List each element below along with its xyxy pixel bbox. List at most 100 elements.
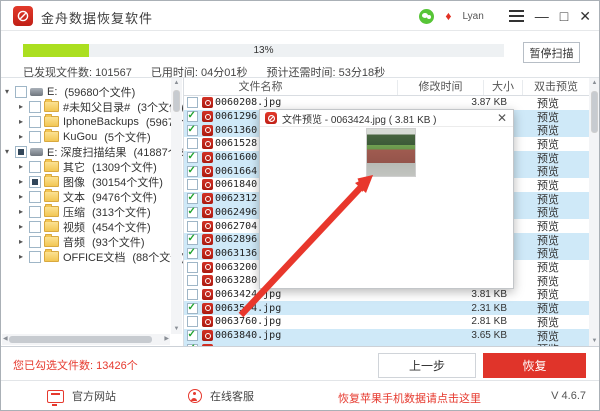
tree-checkbox[interactable] xyxy=(29,206,41,218)
row-checkbox[interactable] xyxy=(187,316,198,327)
tree-item[interactable]: ▸ 视频 (454个文件) xyxy=(1,219,171,234)
official-site-link[interactable]: 官方网站 xyxy=(47,381,116,411)
minimize-button[interactable]: — xyxy=(535,9,549,23)
tree-checkbox[interactable] xyxy=(29,251,41,263)
scroll-down-icon[interactable]: ▼ xyxy=(171,324,182,334)
tree-item[interactable]: ▸ 其它 (1309个文件) xyxy=(1,159,171,174)
tree-checkbox[interactable] xyxy=(29,101,41,113)
expander-icon[interactable]: ▸ xyxy=(19,162,29,171)
iphone-recovery-link[interactable]: 恢复苹果手机数据请点击这里 xyxy=(338,390,481,406)
tree-checkbox[interactable] xyxy=(15,86,27,98)
tree-item[interactable]: ▸ 文本 (9476个文件) xyxy=(1,189,171,204)
scroll-up-icon[interactable]: ▲ xyxy=(171,78,182,88)
row-checkbox[interactable] xyxy=(187,179,198,190)
tree-checkbox[interactable] xyxy=(29,161,41,173)
column-header-filename[interactable]: 文件名称 xyxy=(184,80,398,95)
scroll-up-icon[interactable]: ▲ xyxy=(589,78,599,88)
tree-horizontal-scrollbar[interactable]: ◀ ▶ xyxy=(2,334,170,345)
recover-button[interactable]: 恢复 xyxy=(483,353,586,378)
previous-step-button[interactable]: 上一步 xyxy=(378,353,476,378)
scroll-left-icon[interactable]: ◀ xyxy=(3,334,8,345)
row-checkbox[interactable] xyxy=(187,152,198,163)
tree-item[interactable]: ▸ #未知父目录# (3个文件) xyxy=(1,99,171,114)
row-checkbox[interactable] xyxy=(187,289,198,300)
tree-item[interactable]: ▸ 压缩 (313个文件) xyxy=(1,204,171,219)
row-checkbox[interactable] xyxy=(187,275,198,286)
username[interactable]: Lyan xyxy=(462,11,483,22)
expander-icon[interactable]: ▾ xyxy=(5,147,15,156)
tree-scroll-thumb[interactable] xyxy=(173,90,180,112)
row-checkbox[interactable] xyxy=(187,344,198,346)
expander-icon[interactable]: ▸ xyxy=(19,117,29,126)
table-vertical-scrollbar[interactable]: ▲ ▼ xyxy=(589,78,599,346)
menu-icon[interactable] xyxy=(509,7,524,25)
row-checkbox[interactable] xyxy=(187,303,198,314)
column-header-mtime[interactable]: 修改时间 xyxy=(398,80,484,95)
maximize-button[interactable]: □ xyxy=(560,9,568,23)
expander-icon[interactable]: ▸ xyxy=(19,252,29,261)
tree-checkbox[interactable] xyxy=(29,221,41,233)
row-checkbox[interactable] xyxy=(187,234,198,245)
monitor-icon xyxy=(47,390,64,403)
tree-vertical-scrollbar[interactable]: ▲ ▼ xyxy=(171,78,182,334)
column-header-preview[interactable]: 双击预览 xyxy=(523,80,589,95)
row-checkbox[interactable] xyxy=(187,193,198,204)
tree-item[interactable]: ▾ E: (59680个文件) xyxy=(1,84,171,99)
scroll-right-icon[interactable]: ▶ xyxy=(164,334,169,345)
tree-node-label: E: xyxy=(47,86,57,98)
tree-item[interactable]: ▾ E: 深度扫描结果 (41887个文件) xyxy=(1,144,171,159)
tree-node-label: #未知父目录# xyxy=(63,99,130,115)
row-checkbox[interactable] xyxy=(187,330,198,341)
close-button[interactable]: ✕ xyxy=(579,9,591,23)
preview-link[interactable]: 预览 xyxy=(507,341,589,346)
expander-icon[interactable]: ▸ xyxy=(19,222,29,231)
tree-hscroll-thumb[interactable] xyxy=(9,336,152,343)
scroll-down-icon[interactable]: ▼ xyxy=(589,336,599,346)
tree-item[interactable]: ▸ 音频 (93个文件) xyxy=(1,234,171,249)
tree-node-label: E: 深度扫描结果 xyxy=(47,144,126,160)
pause-scan-button[interactable]: 暂停扫描 xyxy=(523,42,580,63)
row-checkbox[interactable] xyxy=(187,125,198,136)
tree-checkbox[interactable] xyxy=(29,116,41,128)
jpg-file-icon xyxy=(202,316,213,327)
tree-item[interactable]: ▸ IphoneBackups (59672个文件) xyxy=(1,114,171,129)
row-checkbox[interactable] xyxy=(187,248,198,259)
jpg-file-icon xyxy=(202,275,213,286)
expander-icon[interactable]: ▸ xyxy=(19,237,29,246)
tree-node-count: (313个文件) xyxy=(92,204,151,220)
row-checkbox[interactable] xyxy=(187,97,198,108)
jpg-file-icon xyxy=(202,193,213,204)
vip-gem-icon[interactable]: ♦ xyxy=(445,10,451,22)
tree-checkbox[interactable] xyxy=(29,131,41,143)
expander-icon[interactable]: ▸ xyxy=(19,102,29,111)
expander-icon[interactable]: ▸ xyxy=(19,192,29,201)
tree-checkbox[interactable] xyxy=(29,236,41,248)
table-scroll-thumb[interactable] xyxy=(591,91,598,133)
tree-checkbox[interactable] xyxy=(29,191,41,203)
expander-icon[interactable]: ▸ xyxy=(19,132,29,141)
row-checkbox[interactable] xyxy=(187,207,198,218)
table-row[interactable]: 预览 xyxy=(184,342,589,346)
tree-checkbox[interactable] xyxy=(29,176,41,188)
jpg-file-icon xyxy=(202,303,213,314)
tree-item[interactable]: ▸ 图像 (30154个文件) xyxy=(1,174,171,189)
tree-checkbox[interactable] xyxy=(15,146,27,158)
expander-icon[interactable]: ▸ xyxy=(19,207,29,216)
wechat-icon[interactable] xyxy=(419,9,434,24)
tree-item[interactable]: ▸ OFFICE文档 (88个文件) xyxy=(1,249,171,264)
online-support-link[interactable]: 在线客服 xyxy=(188,381,254,411)
expander-icon[interactable]: ▸ xyxy=(19,177,29,186)
tree-item[interactable]: ▸ KuGou (5个文件) xyxy=(1,129,171,144)
row-checkbox[interactable] xyxy=(187,138,198,149)
column-header-size[interactable]: 大小 xyxy=(484,80,523,95)
tree-node-icon xyxy=(44,176,59,187)
preview-thumbnail[interactable] xyxy=(366,128,416,177)
expander-icon[interactable]: ▾ xyxy=(5,87,15,96)
file-size: 3.87 KB xyxy=(467,97,507,108)
row-checkbox[interactable] xyxy=(187,111,198,122)
popup-title-bar[interactable]: 文件预览 - 0063424.jpg ( 3.81 KB ) ✕ xyxy=(260,110,513,127)
popup-close-icon[interactable]: ✕ xyxy=(497,111,507,125)
row-checkbox[interactable] xyxy=(187,262,198,273)
row-checkbox[interactable] xyxy=(187,166,198,177)
row-checkbox[interactable] xyxy=(187,221,198,232)
